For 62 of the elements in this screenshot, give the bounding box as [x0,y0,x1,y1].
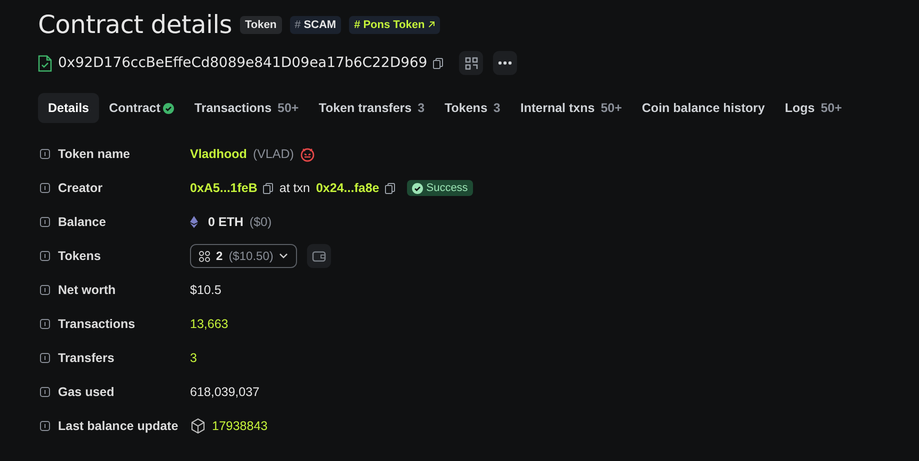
check-icon [163,102,174,114]
field-label: Balance [58,215,106,229]
copy-icon[interactable] [433,58,444,68]
info-icon[interactable] [40,149,50,159]
devil-face-icon [300,146,315,162]
field-label: Net worth [58,283,116,297]
more-button[interactable] [493,51,518,75]
info-icon[interactable] [40,251,50,261]
tab[interactable]: Contract [99,93,184,123]
info-icon[interactable] [40,183,50,193]
tab[interactable]: Internal txns 50+ [510,93,632,123]
connector-text: at txn [279,181,310,195]
tokens-dropdown[interactable]: 2 ($10.50) [190,244,298,268]
field-label: Last balance update [58,419,178,433]
creator-address-link[interactable]: 0xA5...1feB [190,181,258,195]
copy-icon[interactable] [263,182,274,194]
info-icon[interactable] [40,285,50,295]
field-value: 618,039,037 [190,385,260,399]
status-badge: Success [407,180,473,196]
info-icon[interactable] [40,387,50,397]
tag: # SCAM [290,16,342,34]
field-label: Transactions [58,317,136,331]
tab[interactable]: Details [38,93,99,123]
qr-code-button[interactable] [459,51,484,75]
field-label: Gas used [58,385,114,399]
info-icon[interactable] [40,353,50,363]
wallet-icon [312,250,326,262]
chevron-down-icon [279,253,288,259]
info-icon[interactable] [40,319,50,329]
field-value: $10.5 [190,283,222,297]
info-icon[interactable] [40,217,50,227]
token-symbol: (VLAD) [252,147,294,161]
tab[interactable]: Token transfers 3 [308,93,435,123]
check-icon [412,182,424,194]
cube-icon [190,418,206,434]
txn-link[interactable]: 0x24...fa8e [316,181,380,195]
field-label: Tokens [58,249,101,263]
copy-icon[interactable] [385,182,396,194]
value-link[interactable]: 3 [190,351,197,365]
tab[interactable]: Tokens 3 [434,93,510,123]
token-link[interactable]: Vladhood [190,147,247,161]
value-link[interactable]: 13,663 [190,317,228,331]
block-link[interactable]: 17938843 [212,419,268,433]
page-title: Contract details [38,10,232,39]
tab[interactable]: Logs 50+ [774,93,852,123]
balance-fiat: ($0) [249,215,272,229]
info-icon[interactable] [40,421,50,431]
tab[interactable]: Transactions 50+ [184,93,309,123]
field-label: Token name [58,147,130,161]
contract-address: 0x92D176ccBeEffeCd8089e841D09ea17b6C22D969 [58,55,428,71]
qr-code-icon [464,56,478,70]
grid-icon [199,250,210,262]
tab[interactable]: Coin balance history [632,93,775,123]
field-label: Creator [58,181,102,195]
wallet-button[interactable] [307,244,332,268]
balance-amount: 0 ETH [208,215,244,229]
more-icon [498,61,512,65]
external-arrow-icon [428,21,435,28]
tag[interactable]: # Pons Token [349,16,440,34]
ethereum-icon [190,216,198,228]
field-label: Transfers [58,351,114,365]
tag: Token [240,16,282,34]
